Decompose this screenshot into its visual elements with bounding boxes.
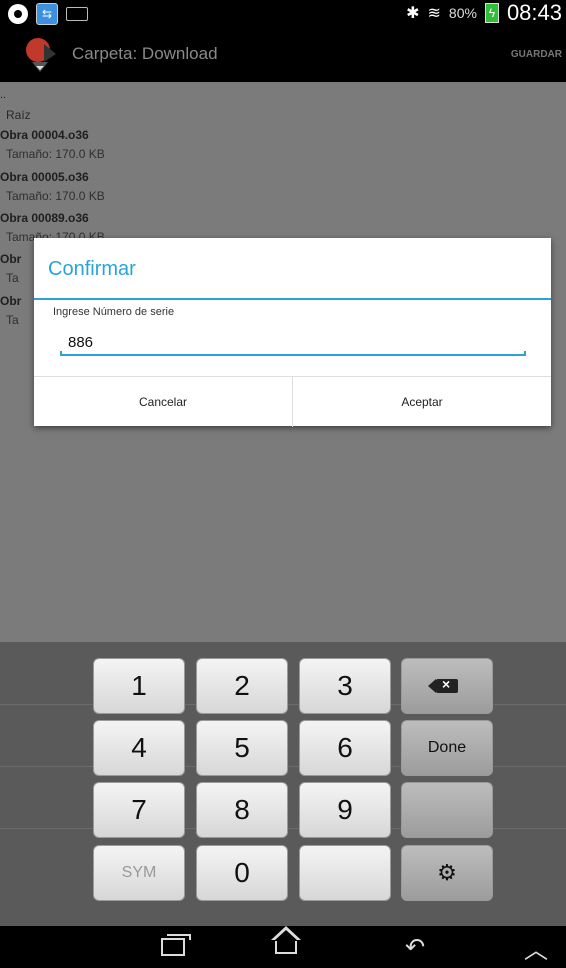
serial-number-input[interactable] (60, 330, 532, 354)
file-name: Obr (0, 252, 22, 266)
wifi-icon: ≋ (427, 5, 441, 22)
sym-key[interactable]: SYM (93, 845, 185, 901)
dialog-divider (34, 298, 551, 300)
accept-button[interactable]: Aceptar (292, 377, 551, 427)
blank-key[interactable] (401, 782, 493, 838)
file-name: Obra 00004.o36 (0, 128, 89, 142)
serial-number-label: Ingrese Número de serie (53, 306, 175, 318)
settings-key[interactable]: ⚙ (401, 845, 493, 901)
chevron-up-icon: ︿ (524, 936, 548, 964)
key-7[interactable]: 7 (93, 782, 185, 838)
parent-directory-item[interactable]: .. (0, 89, 6, 101)
done-key[interactable]: Done (401, 720, 493, 776)
key-0[interactable]: 0 (196, 845, 288, 901)
status-bar: ⇆ ✱ ≋ 80% ϟ 08:43 (0, 0, 566, 26)
file-name: Obra 00089.o36 (0, 211, 89, 225)
backspace-icon (428, 676, 458, 693)
file-size: Ta (6, 271, 19, 285)
app-logo-icon (26, 38, 56, 72)
recent-apps-button[interactable] (143, 932, 203, 962)
recent-apps-icon (161, 934, 191, 956)
back-icon: ↶ (404, 933, 426, 961)
home-button[interactable] (256, 926, 316, 962)
key-5[interactable]: 5 (196, 720, 288, 776)
eye-icon (8, 4, 28, 24)
battery-charging-icon: ϟ (484, 3, 499, 23)
key-2[interactable]: 2 (196, 658, 288, 714)
space-key[interactable] (299, 845, 391, 901)
file-name: Obra 00005.o36 (0, 170, 89, 184)
hide-keyboard-button[interactable]: ︿ (506, 932, 566, 964)
key-3[interactable]: 3 (299, 658, 391, 714)
gear-icon: ⚙ (437, 860, 457, 885)
battery-percent: 80% (448, 5, 477, 21)
navigation-bar: ↶ ︿ (0, 926, 566, 968)
key-4[interactable]: 4 (93, 720, 185, 776)
home-icon (271, 926, 301, 954)
key-6[interactable]: 6 (299, 720, 391, 776)
key-8[interactable]: 8 (196, 782, 288, 838)
key-1[interactable]: 1 (93, 658, 185, 714)
cancel-button[interactable]: Cancelar (34, 377, 292, 427)
dialog-title: Confirmar (48, 258, 136, 280)
back-button[interactable]: ↶ (385, 932, 445, 962)
save-button[interactable]: GUARDAR (511, 49, 562, 60)
clock: 08:43 (506, 0, 562, 25)
folder-title: Carpeta: Download (72, 44, 218, 63)
backspace-key[interactable] (401, 658, 493, 714)
dialog-button-bar: Cancelar Aceptar (34, 376, 551, 427)
input-underline (60, 351, 526, 356)
numeric-keyboard: 1 2 3 4 5 6 Done 7 8 9 SYM 0 ⚙ (0, 642, 566, 926)
sync-icon: ⇆ (36, 3, 58, 25)
file-size: Tamaño: 170.0 KB (6, 189, 105, 203)
key-9[interactable]: 9 (299, 782, 391, 838)
confirm-dialog: Confirmar Ingrese Número de serie Cancel… (34, 238, 551, 427)
bluetooth-icon: ✱ (406, 5, 420, 22)
file-name: Obr (0, 294, 22, 308)
root-directory-item[interactable]: Raíz (6, 108, 31, 122)
file-size: Tamaño: 170.0 KB (6, 147, 105, 161)
keyboard-icon (66, 7, 88, 21)
action-bar: Carpeta: Download GUARDAR (0, 26, 566, 82)
file-size: Ta (6, 313, 19, 327)
